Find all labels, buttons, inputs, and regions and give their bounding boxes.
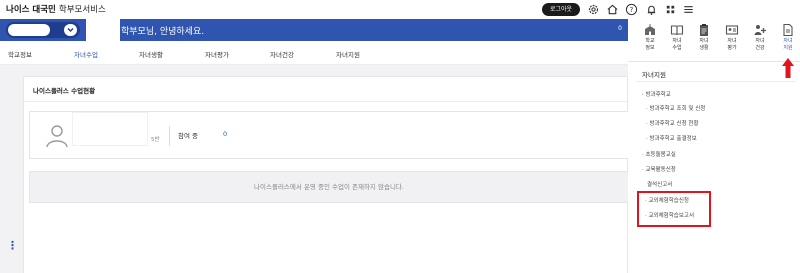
grid-icon[interactable] xyxy=(664,3,677,16)
more-options-icon[interactable]: ⋮ xyxy=(7,240,18,251)
clipboard-icon xyxy=(691,23,717,37)
brand-logo[interactable]: 나이스 대국민 학부모서비스 xyxy=(6,3,106,15)
tab-child-evaluation[interactable]: 자녀평가 xyxy=(205,49,229,59)
main-content: 나이스플러스 수업현황 5반 참여 중 0 나이스플러스에서 운영 중인 수업이… xyxy=(0,65,629,273)
child-selector-bar: 학부모님, 안녕하세요. 0 xyxy=(0,19,628,41)
school-icon xyxy=(637,23,663,37)
divider xyxy=(169,126,170,146)
greeting-text: 학부모님, 안녕하세요. xyxy=(121,27,205,37)
quick-menu-child-class[interactable]: 자녀 수업 xyxy=(664,23,690,61)
quick-menu-label: 자녀 지원 xyxy=(783,38,793,51)
parent-name-redacted xyxy=(86,19,120,41)
quick-menu-child-support[interactable]: 자녀 지원 xyxy=(775,23,800,61)
top-header: 나이스 대국민 학부모서비스 로그아웃 ? xyxy=(0,0,800,19)
menu-item-after-school[interactable]: · 방과후학교 xyxy=(642,90,671,98)
report-card-icon xyxy=(719,23,745,37)
highlight-box-annotation xyxy=(637,191,711,227)
tab-child-class[interactable]: 자녀수업 xyxy=(74,49,98,59)
bar-right-text: 0 xyxy=(618,25,622,32)
home-icon[interactable] xyxy=(606,3,619,16)
empty-message: 나이스플러스에서 운영 중인 수업이 존재하지 않습니다. xyxy=(29,171,629,203)
app-root: 나이스 대국민 학부모서비스 로그아웃 ? 학부모님, 안녕하세요. 0 학교정… xyxy=(0,0,800,273)
child-select-value xyxy=(8,24,50,36)
status-label: 참여 중 xyxy=(178,132,199,140)
quick-menu-school-info[interactable]: 학교 정보 xyxy=(637,23,663,61)
svg-text:?: ? xyxy=(630,6,634,14)
panel-title: 나이스플러스 수업현황 xyxy=(33,87,96,95)
divider xyxy=(24,101,629,102)
brand-subtitle: 학부모서비스 xyxy=(58,5,106,15)
menu-item-activity-application[interactable]: · 교육활동신청 xyxy=(642,165,676,173)
menu-item-elementary-care[interactable]: · 초등돌봄교실 xyxy=(642,150,676,158)
right-menu-panel: 학교 정보 자녀 수업 자녀 생활 자녀 평가 자녀 건강 자녀 지원 자녀지원… xyxy=(628,19,800,273)
menu-item-absence-report[interactable]: 결석신고서 xyxy=(647,180,672,188)
divider xyxy=(636,81,796,82)
quick-menu-child-health[interactable]: 자녀 건강 xyxy=(747,23,773,61)
tab-child-health[interactable]: 자녀건강 xyxy=(270,49,294,59)
quick-menu: 학교 정보 자녀 수업 자녀 생활 자녀 평가 자녀 건강 자녀 지원 xyxy=(628,19,800,63)
quick-menu-label: 자녀 건강 xyxy=(755,38,765,51)
tab-child-life[interactable]: 자녀생활 xyxy=(139,49,163,59)
main-tabs: 학교정보 자녀수업 자녀생활 자녀평가 자녀건강 자녀지원 xyxy=(0,41,628,65)
class-status-panel: 나이스플러스 수업현황 5반 참여 중 0 나이스플러스에서 운영 중인 수업이… xyxy=(23,76,629,273)
quick-menu-label: 자녀 생활 xyxy=(699,38,709,51)
quick-menu-child-life[interactable]: 자녀 생활 xyxy=(691,23,717,61)
bell-icon[interactable] xyxy=(645,3,658,16)
health-icon xyxy=(747,23,773,37)
settings-icon[interactable] xyxy=(587,3,600,16)
red-arrow-annotation xyxy=(781,58,795,78)
book-icon xyxy=(664,23,690,37)
chevron-down-icon[interactable] xyxy=(64,24,77,36)
tab-child-support[interactable]: 자녀지원 xyxy=(336,49,360,59)
avatar-icon xyxy=(44,122,70,148)
quick-menu-child-evaluation[interactable]: 자녀 평가 xyxy=(719,23,745,61)
divider xyxy=(628,61,800,62)
child-select[interactable] xyxy=(6,22,80,38)
document-icon xyxy=(775,23,800,37)
class-number: 5반 xyxy=(151,137,160,143)
quick-menu-label: 학교 정보 xyxy=(645,38,655,51)
quick-menu-label: 자녀 수업 xyxy=(672,38,682,51)
menu-icon[interactable] xyxy=(682,3,695,16)
brand-title: 나이스 대국민 xyxy=(6,5,56,15)
menu-item-after-school-attendance[interactable]: · 방과후학교 출결정보 xyxy=(646,134,697,142)
menu-item-after-school-apply[interactable]: · 방과후학교 조회 및 신청 xyxy=(646,104,705,112)
logout-button[interactable]: 로그아웃 xyxy=(542,3,580,16)
status-count[interactable]: 0 xyxy=(223,130,227,138)
quick-menu-label: 자녀 평가 xyxy=(727,38,737,51)
tab-school-info[interactable]: 학교정보 xyxy=(8,49,32,59)
help-icon[interactable]: ? xyxy=(625,3,638,16)
student-profile-card: 5반 참여 중 0 xyxy=(29,111,629,159)
right-panel-title: 자녀지원 xyxy=(642,71,666,79)
student-name-redacted xyxy=(72,112,148,146)
menu-item-after-school-status[interactable]: · 방과후학교 신청 현황 xyxy=(646,119,699,127)
